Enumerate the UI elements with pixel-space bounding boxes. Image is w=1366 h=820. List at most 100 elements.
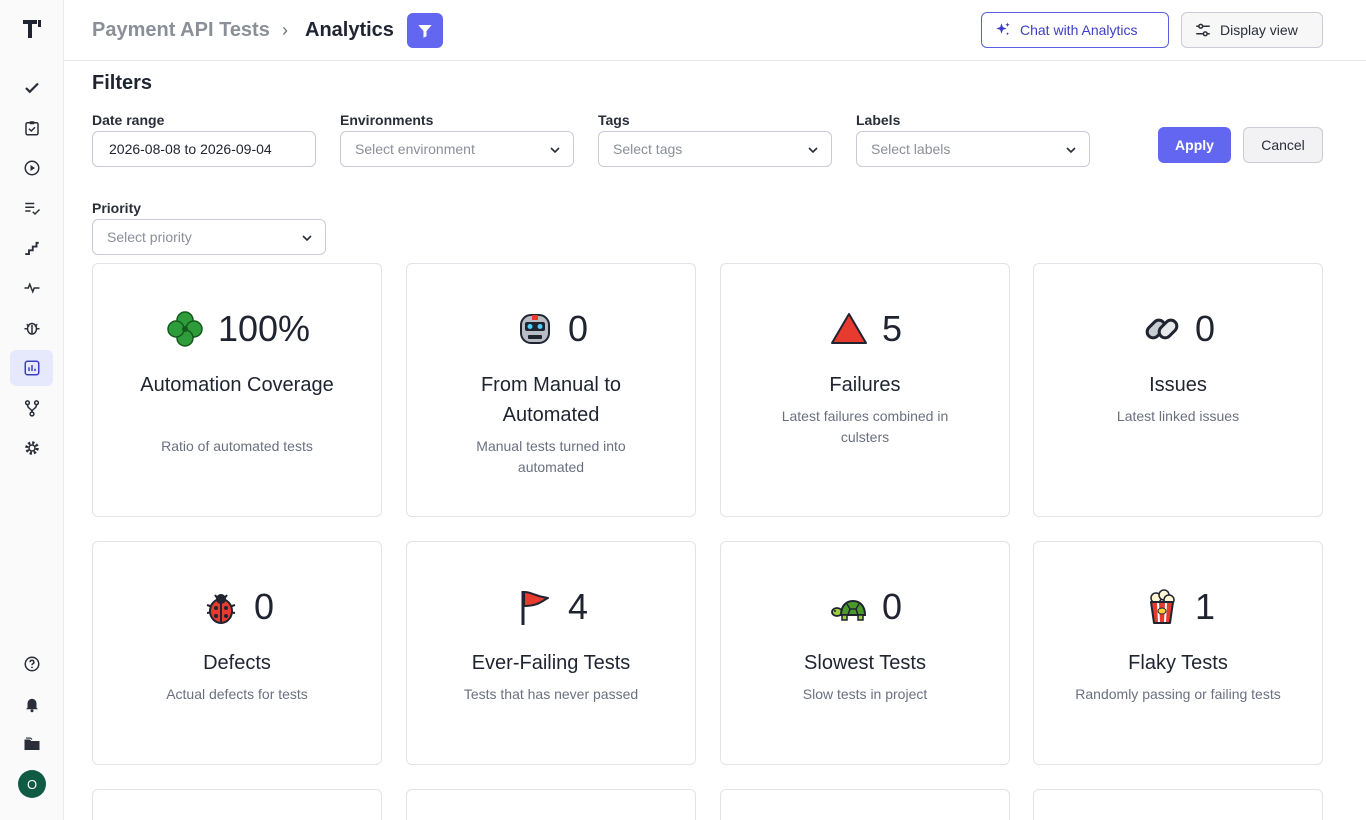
card-description: Latest linked issues: [1116, 408, 1240, 424]
labels-placeholder: Select labels: [871, 141, 951, 157]
card-title: Issues: [1149, 374, 1207, 396]
card-description: Ratio of automated tests: [161, 438, 313, 454]
turtle-icon: [828, 586, 870, 628]
apply-button[interactable]: Apply: [1158, 127, 1231, 163]
card-title: Automation Coverage: [140, 374, 334, 396]
card-description: Slow tests in project: [802, 686, 928, 702]
card-automation-coverage[interactable]: 100% Automation Coverage Ratio of automa…: [92, 263, 382, 517]
sidebar-item-analytics[interactable]: [10, 350, 53, 386]
display-view-button[interactable]: Display view: [1181, 12, 1323, 48]
card-manual-to-automated[interactable]: 0 From Manual to Automated Manual tests …: [406, 263, 696, 517]
date-range-input[interactable]: 2026-08-08 to 2026-09-04: [92, 131, 316, 167]
sidebar-item-plans[interactable]: [10, 110, 53, 146]
tags-select[interactable]: Select tags: [598, 131, 832, 167]
sidebar-item-projects[interactable]: [10, 726, 53, 762]
card-description: Tests that has never passed: [463, 686, 639, 702]
pulse-icon: [24, 282, 39, 294]
card-issues[interactable]: 0 Issues Latest linked issues: [1033, 263, 1323, 517]
play-circle-icon: [24, 160, 39, 176]
tags-label: Tags: [598, 112, 630, 128]
environment-placeholder: Select environment: [355, 141, 475, 157]
labels-select[interactable]: Select labels: [856, 131, 1090, 167]
sidebar-item-notifications[interactable]: [10, 686, 53, 722]
priority-label: Priority: [92, 200, 142, 216]
help-icon: [24, 656, 39, 672]
card-row3-2[interactable]: [406, 789, 696, 820]
sidebar-item-pulse[interactable]: [10, 270, 53, 306]
environment-select[interactable]: Select environment: [340, 131, 574, 167]
sliders-icon: [1196, 23, 1210, 37]
sidebar-item-defects[interactable]: [10, 310, 53, 346]
card-failures[interactable]: 5 Failures Latest failures combined in c…: [720, 263, 1010, 517]
sidebar-item-settings[interactable]: [10, 430, 53, 466]
filter-toggle-button[interactable]: [407, 13, 443, 48]
page-title: Analytics: [305, 19, 394, 41]
card-row3-1[interactable]: [92, 789, 382, 820]
red-flag-icon: [514, 586, 556, 628]
clipboard-check-icon: [24, 121, 39, 136]
chat-with-analytics-button[interactable]: Chat with Analytics: [981, 12, 1169, 48]
card-title: From Manual to Automated: [480, 374, 622, 426]
sidebar-item-runs[interactable]: [10, 150, 53, 186]
filter-icon: [418, 24, 432, 38]
card-value: 1: [1194, 586, 1216, 627]
ladybug-icon: [200, 586, 242, 628]
card-ever-failing-tests[interactable]: 4 Ever-Failing Tests Tests that has neve…: [406, 541, 696, 765]
check-icon: [24, 82, 39, 94]
card-title: Failures: [829, 374, 901, 396]
display-view-label: Display view: [1220, 22, 1298, 38]
card-title: Ever-Failing Tests: [471, 652, 631, 674]
sidebar-item-steps[interactable]: [10, 230, 53, 266]
card-title: Slowest Tests: [804, 652, 926, 674]
sidebar-item-branches[interactable]: [10, 390, 53, 426]
folder-icon: [24, 737, 39, 750]
top-header: Payment API Tests › Analytics Chat with …: [64, 0, 1366, 61]
bell-icon: [25, 698, 38, 713]
card-value: 0: [1194, 308, 1216, 349]
breadcrumb-project[interactable]: Payment API Tests: [92, 19, 270, 42]
priority-placeholder: Select priority: [107, 229, 192, 245]
sparkles-icon: [996, 22, 1010, 36]
clover-icon: [164, 308, 206, 350]
breadcrumb-separator: ›: [282, 20, 288, 40]
user-avatar[interactable]: O: [18, 770, 46, 798]
cancel-button[interactable]: Cancel: [1243, 127, 1323, 163]
card-title: Defects: [203, 652, 271, 674]
card-flaky-tests[interactable]: 1 Flaky Tests Randomly passing or failin…: [1033, 541, 1323, 765]
priority-select[interactable]: Select priority: [92, 219, 326, 255]
card-row3-3[interactable]: [720, 789, 1010, 820]
card-value: 0: [567, 308, 589, 349]
app-logo[interactable]: [20, 16, 44, 40]
sidebar: O: [0, 0, 64, 820]
robot-icon: [514, 308, 556, 350]
card-value: 0: [881, 586, 903, 627]
chevron-down-icon: [302, 235, 312, 242]
card-slowest-tests[interactable]: 0 Slowest Tests Slow tests in project: [720, 541, 1010, 765]
bar-chart-icon: [24, 360, 39, 376]
chevron-down-icon: [808, 147, 818, 154]
card-value: 100%: [217, 308, 311, 349]
popcorn-icon: [1141, 586, 1183, 628]
chevron-down-icon: [550, 147, 560, 154]
tags-placeholder: Select tags: [613, 141, 683, 157]
labels-label: Labels: [856, 112, 901, 128]
card-value: 0: [253, 586, 275, 627]
date-range-label: Date range: [92, 112, 165, 128]
chain-link-icon: [1141, 308, 1183, 350]
bug-icon: [24, 322, 39, 335]
card-defects[interactable]: 0 Defects Actual defects for tests: [92, 541, 382, 765]
filters-title: Filters: [92, 72, 153, 94]
red-triangle-icon: [828, 308, 870, 350]
sidebar-item-tests[interactable]: [10, 70, 53, 106]
card-value: 4: [567, 586, 589, 627]
card-title: Flaky Tests: [1128, 652, 1228, 674]
stairs-icon: [24, 241, 39, 255]
sidebar-item-checklists[interactable]: [10, 190, 53, 226]
card-description: Latest failures combined in culsters: [781, 408, 949, 445]
environments-label: Environments: [340, 112, 434, 128]
branch-icon: [24, 400, 39, 417]
card-description: Manual tests turned into automated: [476, 438, 626, 475]
card-description: Randomly passing or failing tests: [1075, 686, 1281, 702]
sidebar-item-help[interactable]: [10, 646, 53, 682]
card-row3-4[interactable]: [1033, 789, 1323, 820]
